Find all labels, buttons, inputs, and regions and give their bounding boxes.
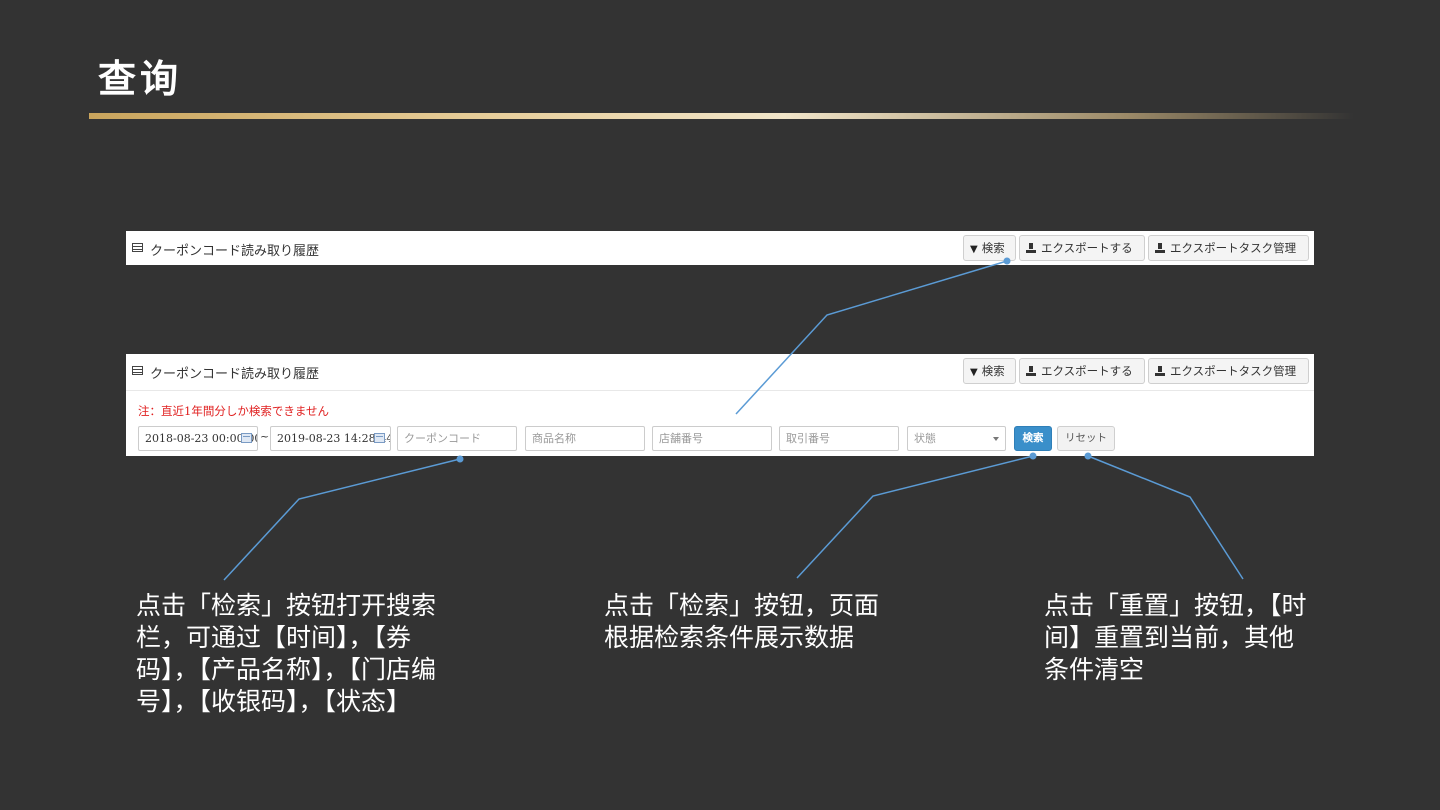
- date-to-input[interactable]: 2019-08-23 14:28:44: [270, 426, 391, 451]
- callout-dot: [456, 455, 464, 463]
- export-button[interactable]: エクスポートする: [1019, 235, 1145, 261]
- product-name-input[interactable]: 商品名称: [525, 426, 645, 451]
- panel-expanded: クーポンコード読み取り履歴 ▼ 検索 エクスポートする エクスポートタスク管理 注…: [126, 354, 1314, 456]
- export-button[interactable]: エクスポートする: [1019, 358, 1145, 384]
- panel-header: クーポンコード読み取り履歴 ▼ 検索 エクスポートする エクスポートタスク管理: [126, 354, 1314, 391]
- list-icon: [132, 243, 143, 252]
- filter-icon: ▼: [970, 367, 978, 378]
- callout-line-reset: [1087, 455, 1244, 580]
- export-icon: [1026, 243, 1036, 253]
- title-divider: [89, 113, 1354, 119]
- search-toggle-button[interactable]: ▼ 検索: [963, 358, 1016, 384]
- callout-line-search-form: [223, 458, 461, 581]
- export-task-label: エクスポートタスク管理: [1170, 241, 1297, 255]
- product-name-placeholder: 商品名称: [532, 432, 576, 445]
- search-submit-button[interactable]: 検索: [1014, 426, 1052, 451]
- calendar-icon[interactable]: [374, 433, 385, 443]
- search-range-note: 注：直近1年間分しか検索できません: [138, 404, 329, 418]
- caption-search-toggle: 点击「检索」按钮打开搜索栏，可通过【时间】，【券码】，【产品名称】，【门店编号】…: [136, 591, 437, 716]
- export-task-icon: [1155, 366, 1165, 376]
- panel-header: クーポンコード読み取り履歴 ▼ 検索 エクスポートする エクスポートタスク管理: [126, 231, 1314, 265]
- export-task-icon: [1155, 243, 1165, 253]
- filter-icon: ▼: [970, 244, 978, 255]
- export-icon: [1026, 366, 1036, 376]
- callout-line-search-submit: [796, 455, 1034, 579]
- reset-button[interactable]: リセット: [1057, 426, 1115, 451]
- date-from-input[interactable]: 2018-08-23 00:00:00: [138, 426, 258, 451]
- transaction-number-placeholder: 取引番号: [786, 432, 830, 445]
- calendar-icon[interactable]: [241, 433, 252, 443]
- date-separator: ~: [260, 430, 270, 443]
- export-task-button[interactable]: エクスポートタスク管理: [1148, 358, 1309, 384]
- status-select[interactable]: 状態: [907, 426, 1006, 451]
- coupon-code-input[interactable]: クーポンコード: [397, 426, 517, 451]
- store-number-placeholder: 店舗番号: [659, 432, 703, 445]
- list-icon: [132, 366, 143, 375]
- export-label: エクスポートする: [1041, 241, 1133, 255]
- transaction-number-input[interactable]: 取引番号: [779, 426, 899, 451]
- export-label: エクスポートする: [1041, 364, 1133, 378]
- panel-collapsed: クーポンコード読み取り履歴 ▼ 検索 エクスポートする エクスポートタスク管理: [126, 231, 1314, 265]
- export-task-button[interactable]: エクスポートタスク管理: [1148, 235, 1309, 261]
- export-task-label: エクスポートタスク管理: [1170, 364, 1297, 378]
- chevron-down-icon: [993, 437, 999, 441]
- search-toggle-label: 検索: [981, 364, 1005, 378]
- caption-search-submit: 点击「检索」按钮，页面根据检索条件展示数据: [604, 591, 880, 652]
- caption-reset: 点击「重置」按钮，【时间】重置到当前，其他条件清空: [1044, 591, 1307, 684]
- coupon-code-placeholder: クーポンコード: [404, 432, 481, 445]
- search-toggle-button[interactable]: ▼ 検索: [963, 235, 1016, 261]
- store-number-input[interactable]: 店舗番号: [652, 426, 772, 451]
- panel-title: クーポンコード読み取り履歴: [150, 244, 320, 259]
- status-placeholder: 状態: [914, 432, 936, 445]
- search-toggle-label: 検索: [981, 241, 1005, 255]
- slide-title: 查询: [98, 57, 183, 101]
- panel-title: クーポンコード読み取り履歴: [150, 367, 320, 382]
